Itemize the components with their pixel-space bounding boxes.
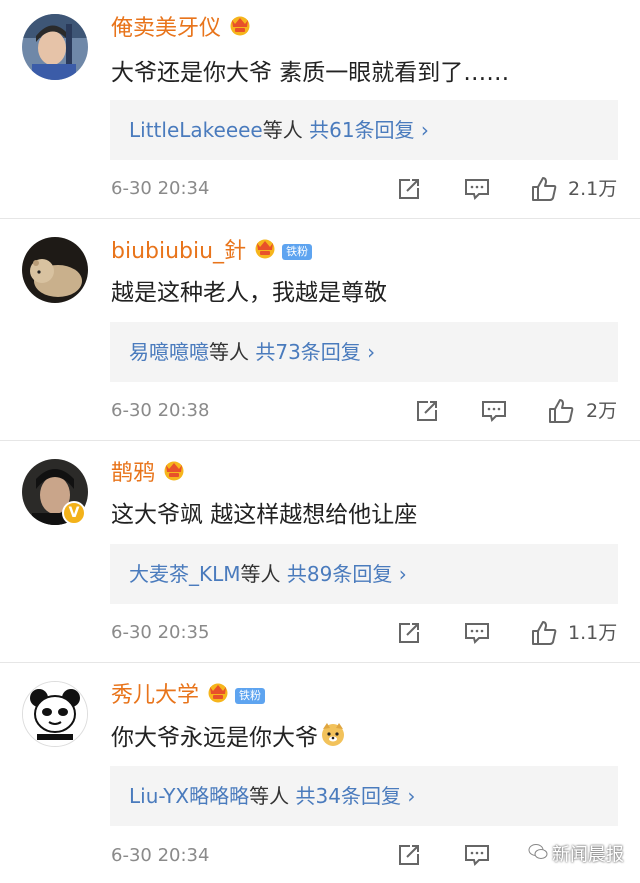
crown-vip-badge-icon	[252, 237, 278, 267]
replies-mid: 等人	[249, 784, 290, 808]
comment-item: 俺卖美牙仪 大爷还是你大爷 素质一眼就看到了…… LittleLakeeee等人…	[0, 0, 640, 220]
like-icon[interactable]	[530, 619, 558, 651]
like-icon[interactable]	[547, 397, 575, 429]
share-icon[interactable]	[397, 843, 421, 871]
share-icon[interactable]	[415, 399, 439, 427]
watermark-text: 新闻晨报	[552, 844, 624, 866]
replies-summary[interactable]: Liu-YX略略略等人 共34条回复 ›	[110, 766, 618, 826]
replies-summary[interactable]: 易噫噫噫等人 共73条回复 ›	[110, 322, 618, 382]
replies-count[interactable]: 共34条回复	[296, 784, 401, 808]
fan-badge: 铁粉	[235, 688, 266, 704]
comment-icon[interactable]	[464, 621, 490, 649]
fan-badge: 铁粉	[282, 244, 313, 260]
replies-count[interactable]: 共89条回复	[287, 562, 392, 586]
replies-mid: 等人	[240, 562, 281, 586]
username[interactable]: 俺卖美牙仪	[111, 14, 253, 44]
replies-user[interactable]: Liu-YX略略略	[129, 784, 249, 808]
comment-icon[interactable]	[464, 843, 490, 871]
avatar[interactable]	[22, 681, 88, 747]
crown-vip-badge-icon	[227, 14, 253, 44]
like-count: 2万	[586, 400, 618, 422]
chevron-right-icon: ›	[398, 562, 407, 586]
comment-time: 6-30 20:38	[111, 400, 210, 421]
crown-vip-badge-icon	[205, 681, 231, 711]
comment-text: 越是这种老人，我越是尊敬	[111, 280, 387, 306]
divider	[0, 662, 640, 663]
avatar[interactable]	[22, 237, 88, 303]
share-icon[interactable]	[397, 177, 421, 205]
like-count: 1.1万	[568, 622, 618, 644]
comment-icon[interactable]	[481, 399, 507, 427]
replies-count[interactable]: 共73条回复	[255, 340, 360, 364]
divider	[0, 440, 640, 441]
replies-user[interactable]: 易噫噫噫	[129, 340, 209, 364]
share-icon[interactable]	[397, 621, 421, 649]
replies-summary[interactable]: 大麦茶_KLM等人 共89条回复 ›	[110, 544, 618, 604]
chevron-right-icon: ›	[407, 784, 416, 808]
avatar[interactable]	[22, 14, 88, 80]
divider	[0, 218, 640, 219]
replies-mid: 等人	[262, 118, 303, 142]
replies-user[interactable]: 大麦茶_KLM	[129, 562, 241, 586]
replies-mid: 等人	[209, 340, 249, 364]
crown-vip-badge-icon	[161, 459, 187, 489]
comment-text: 这大爷飒 越这样越想给他让座	[111, 502, 418, 528]
comment-text: 你大爷永远是你大爷	[111, 721, 346, 756]
comment-time: 6-30 20:35	[111, 622, 210, 643]
doge-emoji-icon	[320, 721, 346, 756]
like-icon[interactable]	[530, 175, 558, 207]
username[interactable]: biubiubiu_針 铁粉	[111, 237, 313, 267]
verified-v-icon: V	[62, 501, 86, 525]
wechat-logo-icon	[528, 843, 548, 868]
comment-time: 6-30 20:34	[111, 178, 210, 199]
replies-count[interactable]: 共61条回复	[309, 118, 414, 142]
username[interactable]: 鹊鸦	[111, 459, 187, 489]
replies-user[interactable]: LittleLakeeee	[129, 118, 263, 142]
chevron-right-icon: ›	[420, 118, 429, 142]
like-count: 2.1万	[568, 178, 618, 200]
username[interactable]: 秀儿大学 铁粉	[111, 681, 266, 711]
comment-time: 6-30 20:34	[111, 845, 210, 866]
comment-icon[interactable]	[464, 177, 490, 205]
chevron-right-icon: ›	[367, 340, 376, 364]
replies-summary[interactable]: LittleLakeeee等人 共61条回复 ›	[110, 100, 618, 160]
watermark: 新闻晨报	[528, 843, 624, 868]
comment-text-body: 你大爷永远是你大爷	[111, 725, 318, 751]
comment-text: 大爷还是你大爷 素质一眼就看到了……	[111, 60, 510, 86]
